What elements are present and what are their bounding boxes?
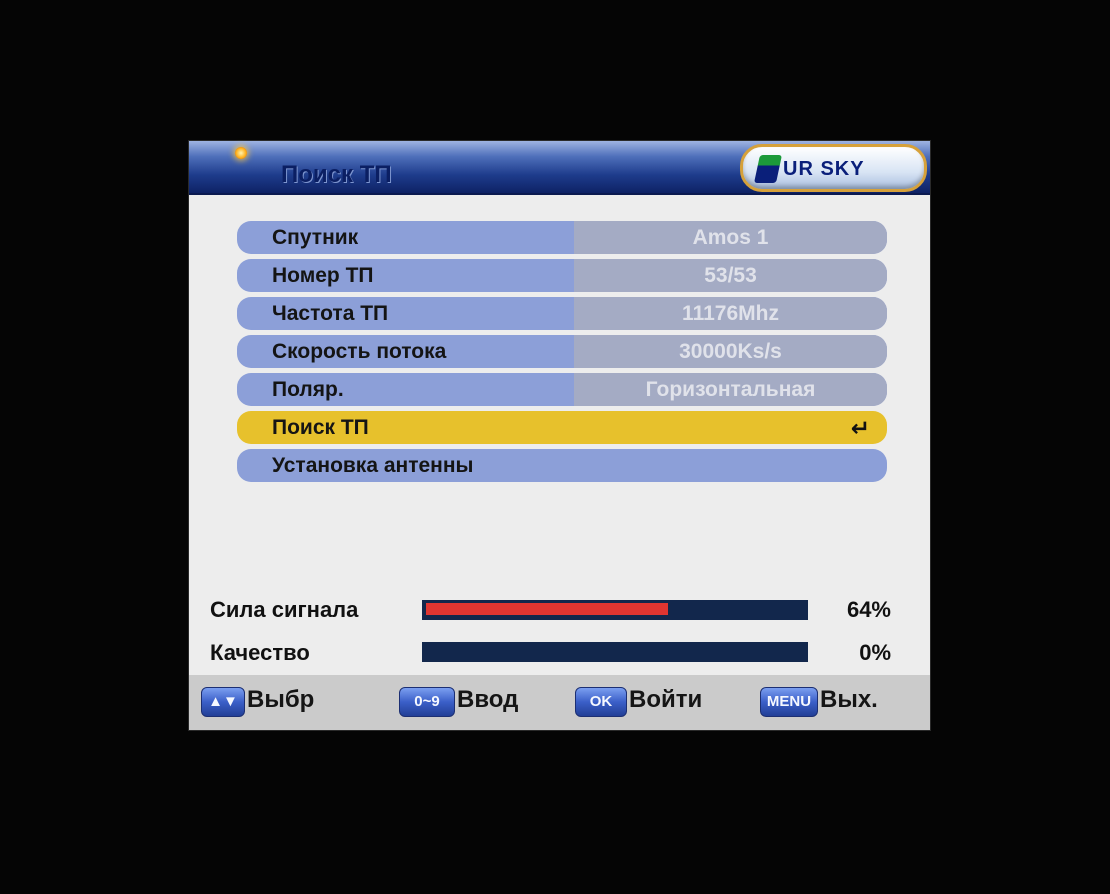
signal-strength-fill bbox=[426, 603, 668, 615]
quality-label: Качество bbox=[210, 640, 310, 665]
star-icon bbox=[235, 147, 247, 159]
menu-item-satellite[interactable]: Спутник Amos 1 bbox=[237, 221, 887, 254]
signal-strength-label: Сила сигнала bbox=[210, 597, 359, 622]
menu-item-tp-number[interactable]: Номер ТП 53/53 bbox=[237, 259, 887, 292]
help-exit[interactable]: MENU Вых. bbox=[760, 685, 910, 717]
eurosky-logo: UR SKY bbox=[740, 144, 927, 192]
menu-item-label: Спутник bbox=[272, 226, 359, 249]
polarization-value: Горизонтальная bbox=[645, 378, 816, 401]
page-title: Поиск ТП bbox=[281, 161, 392, 188]
number-keys-icon: 0~9 bbox=[399, 687, 455, 717]
menu-item-polarization[interactable]: Поляр. Горизонтальная bbox=[237, 373, 887, 406]
ok-key-icon: OK bbox=[575, 687, 627, 717]
menu-item-symbol-rate[interactable]: Скорость потока 30000Ks/s bbox=[237, 335, 887, 368]
help-enter[interactable]: OK Войти bbox=[575, 685, 725, 717]
menu-item-label: Поиск ТП bbox=[272, 416, 369, 439]
help-label: Вых. bbox=[820, 686, 878, 713]
signal-strength-percent: 64% bbox=[846, 597, 891, 622]
menu-item-label: Скорость потока bbox=[272, 340, 447, 363]
symbol-rate-value: 30000Ks/s bbox=[679, 340, 782, 363]
signal-strength-bar bbox=[422, 600, 808, 620]
menu-key-icon: MENU bbox=[760, 687, 818, 717]
title-bar: Поиск ТП UR SKY bbox=[189, 141, 930, 195]
logo-e-icon bbox=[754, 155, 782, 183]
frequency-value: 11176Mhz bbox=[682, 302, 779, 325]
menu-item-label: Номер ТП bbox=[272, 264, 374, 287]
menu-item-label: Установка антенны bbox=[272, 454, 474, 477]
menu-item-antenna-setup[interactable]: Установка антенны bbox=[237, 449, 887, 482]
menu-item-tp-frequency[interactable]: Частота ТП 11176Mhz bbox=[237, 297, 887, 330]
help-bar: ▲▼ Выбр 0~9 Ввод OK Войти MENU Вых. bbox=[189, 675, 930, 730]
menu-item-search-tp[interactable]: Поиск ТП ↵ bbox=[237, 411, 887, 444]
quality-bar bbox=[422, 642, 808, 662]
help-label: Войти bbox=[629, 686, 703, 713]
menu-item-label: Частота ТП bbox=[272, 302, 389, 325]
menu-item-label: Поляр. bbox=[272, 378, 344, 401]
help-label: Ввод bbox=[457, 686, 519, 713]
search-tp-dialog: Поиск ТП UR SKY Спутник Amos 1 Номер ТП … bbox=[189, 141, 930, 730]
tp-number-value: 53/53 bbox=[704, 264, 757, 287]
satellite-value: Amos 1 bbox=[692, 226, 769, 249]
logo-text: UR SKY bbox=[783, 158, 865, 180]
enter-icon: ↵ bbox=[850, 415, 870, 441]
quality-percent: 0% bbox=[859, 640, 891, 665]
tv-screen: Поиск ТП UR SKY Спутник Amos 1 Номер ТП … bbox=[0, 0, 1110, 894]
help-select[interactable]: ▲▼ Выбр bbox=[201, 685, 321, 717]
arrow-keys-icon: ▲▼ bbox=[201, 687, 245, 717]
help-input[interactable]: 0~9 Ввод bbox=[399, 685, 549, 717]
settings-menu: Спутник Amos 1 Номер ТП 53/53 Частота ТП… bbox=[237, 221, 887, 487]
help-label: Выбр bbox=[247, 686, 315, 713]
